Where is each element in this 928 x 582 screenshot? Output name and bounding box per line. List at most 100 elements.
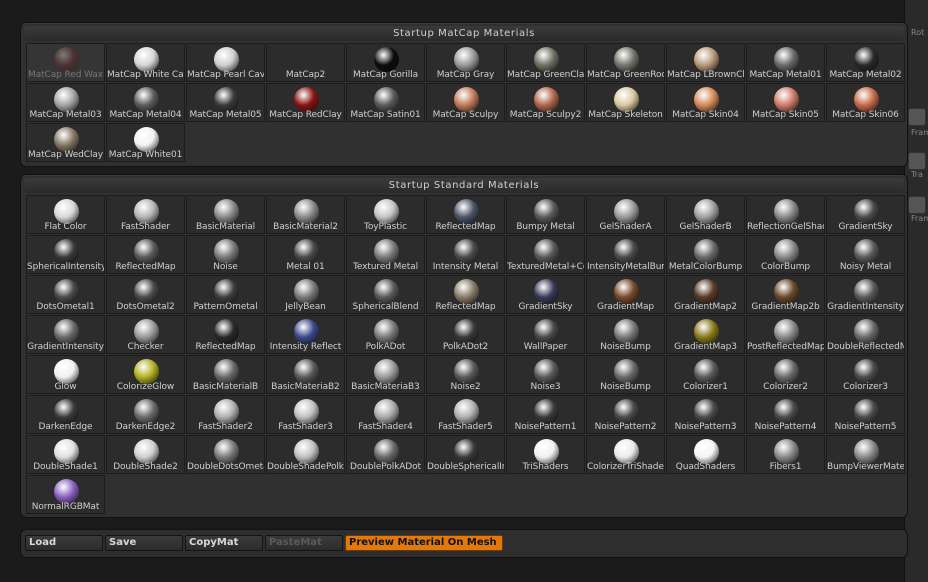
material-tile-doubledotsometal[interactable]: DoubleDotsOmetal	[186, 435, 265, 474]
material-tile-sphericalintensity[interactable]: SphericalIntensity	[26, 235, 105, 274]
material-tile-matcap-skin06[interactable]: MatCap Skin06	[826, 83, 905, 122]
material-tile-doublepolkadot[interactable]: DoublePolkADot	[346, 435, 425, 474]
material-tile-fastshader[interactable]: FastShader	[106, 195, 185, 234]
material-tile-doubleshade1[interactable]: DoubleShade1	[26, 435, 105, 474]
copymat-button[interactable]: CopyMat	[185, 535, 263, 551]
material-tile-metalcolorbump[interactable]: MetalColorBump	[666, 235, 745, 274]
material-tile-basicmaterial2[interactable]: BasicMaterial2	[266, 195, 345, 234]
material-tile-noisepattern4[interactable]: NoisePattern4	[746, 395, 825, 434]
material-tile-colorizer1[interactable]: Colorizer1	[666, 355, 745, 394]
material-tile-noisy-metal[interactable]: Noisy Metal	[826, 235, 905, 274]
material-tile-texturedmetal-color[interactable]: TexturedMetal+Color	[506, 235, 585, 274]
material-tile-gradientintensity[interactable]: GradientIntensity	[826, 275, 905, 314]
material-tile-noisepattern1[interactable]: NoisePattern1	[506, 395, 585, 434]
material-tile-matcap-pearl-cavity[interactable]: MatCap Pearl Cavity	[186, 43, 265, 82]
material-tile-matcap-satin01[interactable]: MatCap Satin01	[346, 83, 425, 122]
material-tile-noisepattern3[interactable]: NoisePattern3	[666, 395, 745, 434]
material-tile-noise2[interactable]: Noise2	[426, 355, 505, 394]
frame2-icon[interactable]	[908, 196, 926, 214]
material-tile-normalrgbmat[interactable]: NormalRGBMat	[26, 475, 105, 514]
material-tile-matcap-metal04[interactable]: MatCap Metal04	[106, 83, 185, 122]
material-tile-colorizertrishader[interactable]: ColorizerTriShader	[586, 435, 665, 474]
material-tile-flat-color[interactable]: Flat Color	[26, 195, 105, 234]
material-tile-noise3[interactable]: Noise3	[506, 355, 585, 394]
material-tile-matcap-red-wax[interactable]: MatCap Red Wax	[26, 43, 105, 82]
material-tile-metal-01[interactable]: Metal 01	[266, 235, 345, 274]
material-tile-noisepattern5[interactable]: NoisePattern5	[826, 395, 905, 434]
material-tile-colorizeglow[interactable]: ColorizeGlow	[106, 355, 185, 394]
material-tile-matcap2[interactable]: MatCap2	[266, 43, 345, 82]
material-tile-matcap-wedclay[interactable]: MatCap WedClay	[26, 123, 105, 162]
save-button[interactable]: Save	[105, 535, 183, 551]
material-tile-gradientmap2[interactable]: GradientMap2	[666, 275, 745, 314]
material-tile-trishaders[interactable]: TriShaders	[506, 435, 585, 474]
material-tile-matcap-white01[interactable]: MatCap White01	[106, 123, 185, 162]
material-tile-basicmaterialb[interactable]: BasicMaterialB	[186, 355, 265, 394]
material-tile-polkadot2[interactable]: PolkADot2	[426, 315, 505, 354]
material-tile-dotsometal2[interactable]: DotsOmetal2	[106, 275, 185, 314]
material-tile-patternometal[interactable]: PatternOmetal	[186, 275, 265, 314]
material-tile-textured-metal[interactable]: Textured Metal	[346, 235, 425, 274]
material-tile-matcap-metal01[interactable]: MatCap Metal01	[746, 43, 825, 82]
material-tile-wallpaper[interactable]: WallPaper	[506, 315, 585, 354]
material-tile-bumpviewermaterial[interactable]: BumpViewerMaterial	[826, 435, 905, 474]
material-tile-noisebump[interactable]: NoiseBump	[586, 355, 665, 394]
material-tile-gelshaderb[interactable]: GelShaderB	[666, 195, 745, 234]
material-tile-matcap-redclay[interactable]: MatCap RedClay	[266, 83, 345, 122]
material-tile-matcap-metal05[interactable]: MatCap Metal05	[186, 83, 265, 122]
material-tile-fastshader3[interactable]: FastShader3	[266, 395, 345, 434]
material-tile-matcap-skin04[interactable]: MatCap Skin04	[666, 83, 745, 122]
material-tile-darkenedge2[interactable]: DarkenEdge2	[106, 395, 185, 434]
move-icon[interactable]	[908, 152, 926, 170]
material-tile-colorizer3[interactable]: Colorizer3	[826, 355, 905, 394]
material-tile-checker[interactable]: Checker	[106, 315, 185, 354]
material-tile-matcap-skin05[interactable]: MatCap Skin05	[746, 83, 825, 122]
material-tile-fibers1[interactable]: Fibers1	[746, 435, 825, 474]
material-tile-dotsometal1[interactable]: DotsOmetal1	[26, 275, 105, 314]
material-tile-reflectedmap[interactable]: ReflectedMap	[106, 235, 185, 274]
material-tile-doublesphericalintensity[interactable]: DoubleSphericalIntensity	[426, 435, 505, 474]
material-tile-jellybean[interactable]: JellyBean	[266, 275, 345, 314]
material-tile-basicmateriab2[interactable]: BasicMateriaB2	[266, 355, 345, 394]
material-tile-matcap-metal03[interactable]: MatCap Metal03	[26, 83, 105, 122]
material-tile-basicmateriab3[interactable]: BasicMateriaB3	[346, 355, 425, 394]
material-tile-reflectedmap[interactable]: ReflectedMap	[186, 315, 265, 354]
material-tile-noise[interactable]: Noise	[186, 235, 265, 274]
frame-icon[interactable]	[908, 108, 926, 126]
material-tile-darkenedge[interactable]: DarkenEdge	[26, 395, 105, 434]
material-tile-gradientsky[interactable]: GradientSky	[506, 275, 585, 314]
material-tile-reflectedmap[interactable]: ReflectedMap	[426, 195, 505, 234]
material-tile-matcap-metal02[interactable]: MatCap Metal02	[826, 43, 905, 82]
material-tile-colorbump[interactable]: ColorBump	[746, 235, 825, 274]
material-tile-fastshader4[interactable]: FastShader4	[346, 395, 425, 434]
material-tile-intensity-metal[interactable]: Intensity Metal	[426, 235, 505, 274]
material-tile-gelshadera[interactable]: GelShaderA	[586, 195, 665, 234]
material-tile-matcap-lbrownclay[interactable]: MatCap LBrownClay	[666, 43, 745, 82]
material-tile-fastshader5[interactable]: FastShader5	[426, 395, 505, 434]
material-tile-polkadot[interactable]: PolkADot	[346, 315, 425, 354]
material-tile-glow[interactable]: Glow	[26, 355, 105, 394]
material-tile-doubleshade2[interactable]: DoubleShade2	[106, 435, 185, 474]
material-tile-matcap-skeleton[interactable]: MatCap Skeleton	[586, 83, 665, 122]
preview-material-on-mesh-button[interactable]: Preview Material On Mesh	[345, 535, 503, 551]
material-tile-gradientintensity[interactable]: GradientIntensity	[26, 315, 105, 354]
material-tile-matcap-gorilla[interactable]: MatCap Gorilla	[346, 43, 425, 82]
material-tile-basicmaterial[interactable]: BasicMaterial	[186, 195, 265, 234]
material-tile-matcap-greenrock[interactable]: MatCap GreenRock	[586, 43, 665, 82]
load-button[interactable]: Load	[25, 535, 103, 551]
material-tile-doublereflectedmap[interactable]: DoubleReflectedMap	[826, 315, 905, 354]
material-tile-noisepattern2[interactable]: NoisePattern2	[586, 395, 665, 434]
material-tile-noisebump[interactable]: NoiseBump	[586, 315, 665, 354]
material-tile-sphericalblend[interactable]: SphericalBlend	[346, 275, 425, 314]
material-tile-matcap-sculpy[interactable]: MatCap Sculpy	[426, 83, 505, 122]
material-tile-matcap-sculpy2[interactable]: MatCap Sculpy2	[506, 83, 585, 122]
material-tile-matcap-gray[interactable]: MatCap Gray	[426, 43, 505, 82]
material-tile-reflectiongelshader[interactable]: ReflectionGelShader	[746, 195, 825, 234]
material-tile-fastshader2[interactable]: FastShader2	[186, 395, 265, 434]
material-tile-postreflectedmap[interactable]: PostReflectedMap	[746, 315, 825, 354]
material-tile-gradientmap3[interactable]: GradientMap3	[666, 315, 745, 354]
material-tile-quadshaders[interactable]: QuadShaders	[666, 435, 745, 474]
material-tile-gradientsky[interactable]: GradientSky	[826, 195, 905, 234]
material-tile-gradientmap[interactable]: GradientMap	[586, 275, 665, 314]
material-tile-toyplastic[interactable]: ToyPlastic	[346, 195, 425, 234]
